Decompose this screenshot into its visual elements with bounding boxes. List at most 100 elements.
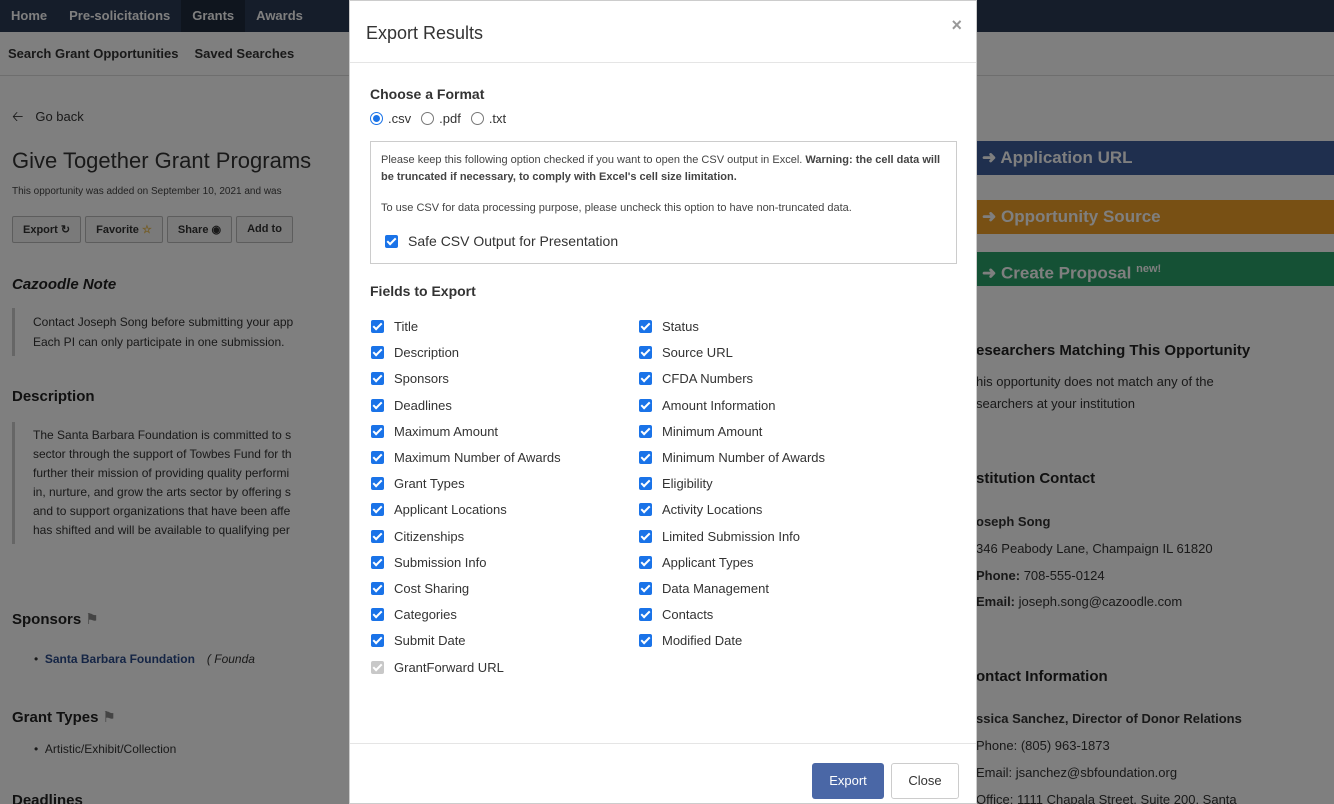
field-checkbox[interactable] [371, 555, 384, 569]
field-label: Data Management [662, 581, 769, 596]
format-label: .txt [488, 111, 507, 126]
field-label: Sponsors [394, 371, 449, 387]
field-label: Minimum Amount [662, 423, 763, 439]
field-checkbox[interactable] [639, 398, 652, 412]
field-option[interactable]: Cost Sharing [371, 581, 469, 596]
field-checkbox[interactable] [371, 451, 384, 464]
field-option[interactable]: Grant Types [371, 476, 465, 491]
safe-csv-option[interactable]: Safe CSV Output for Presentation [385, 233, 618, 250]
field-option[interactable]: Title [371, 319, 418, 334]
field-checkbox[interactable] [639, 372, 652, 386]
field-checkbox[interactable] [371, 608, 384, 622]
radio-txt[interactable] [470, 112, 484, 125]
field-checkbox [371, 660, 384, 674]
field-checkbox[interactable] [371, 529, 384, 543]
field-label: Maximum Number of Awards [394, 450, 561, 465]
field-option[interactable]: Description [371, 345, 459, 360]
field-option[interactable]: Maximum Number of Awards [371, 450, 561, 465]
field-label: Applicant Locations [394, 502, 507, 518]
field-option[interactable]: Amount Information [639, 398, 775, 413]
field-checkbox[interactable] [371, 346, 384, 360]
field-option[interactable]: Minimum Amount [639, 424, 762, 439]
field-checkbox[interactable] [639, 634, 652, 648]
field-option[interactable]: Applicant Types [639, 555, 754, 570]
field-label: Citizenships [394, 528, 465, 544]
field-checkbox[interactable] [371, 477, 384, 491]
radio-csv[interactable] [370, 112, 383, 125]
safe-csv-label: Safe CSV Output for Presentation [408, 233, 619, 249]
field-checkbox[interactable] [371, 398, 384, 412]
field-label: Status [662, 319, 699, 334]
field-label: Minimum Number of Awards [662, 450, 826, 465]
field-option[interactable]: Applicant Locations [371, 502, 507, 517]
field-option[interactable]: Categories [371, 607, 457, 622]
field-option[interactable]: Contacts [639, 607, 713, 622]
field-checkbox[interactable] [371, 424, 384, 438]
field-checkbox[interactable] [639, 503, 652, 517]
field-label: Amount Information [662, 397, 776, 413]
field-option[interactable]: Data Management [639, 581, 769, 596]
field-checkbox[interactable] [639, 477, 652, 491]
modal-header: Export Results × [350, 1, 976, 63]
field-label: CFDA Numbers [662, 371, 754, 387]
field-checkbox[interactable] [639, 608, 652, 622]
field-option[interactable]: Source URL [639, 345, 733, 360]
modal-title: Export Results [366, 23, 484, 43]
field-option[interactable]: Activity Locations [639, 502, 762, 517]
field-checkbox[interactable] [639, 424, 652, 438]
field-option[interactable]: Maximum Amount [371, 424, 498, 439]
field-checkbox[interactable] [371, 372, 384, 386]
format-option-pdf[interactable]: .pdf [421, 111, 461, 126]
field-checkbox[interactable] [639, 529, 652, 543]
field-option[interactable]: Status [639, 319, 699, 334]
field-checkbox[interactable] [371, 503, 384, 517]
format-label: .csv [388, 111, 412, 126]
field-option[interactable]: Submission Info [371, 555, 487, 570]
field-option[interactable]: Submit Date [371, 633, 466, 648]
format-heading: Choose a Format [370, 86, 485, 102]
field-checkbox[interactable] [639, 555, 652, 569]
field-option[interactable]: Modified Date [639, 633, 742, 648]
field-option[interactable]: Eligibility [639, 476, 713, 491]
field-option[interactable]: Minimum Number of Awards [639, 450, 825, 465]
field-label: Categories [394, 607, 457, 623]
fields-heading: Fields to Export [370, 283, 476, 299]
field-label: Contacts [662, 607, 714, 623]
close-button[interactable]: Close [891, 763, 959, 799]
field-option[interactable]: Sponsors [371, 371, 449, 386]
field-label: Title [394, 319, 419, 334]
field-checkbox[interactable] [371, 320, 384, 333]
field-label: Submit Date [394, 633, 466, 649]
field-option[interactable]: CFDA Numbers [639, 371, 753, 386]
field-checkbox[interactable] [639, 320, 652, 333]
field-label: Applicant Types [662, 554, 754, 570]
field-label: Maximum Amount [394, 423, 499, 439]
field-checkbox[interactable] [639, 346, 652, 360]
csv-note-secondary: To use CSV for data processing purpose, … [381, 202, 852, 214]
field-label: Grant Types [394, 476, 465, 492]
format-option-csv[interactable]: .csv [370, 111, 411, 126]
field-checkbox[interactable] [639, 582, 652, 595]
field-label: Eligibility [662, 476, 713, 492]
field-label: Description [394, 345, 460, 361]
field-checkbox[interactable] [371, 582, 384, 595]
csv-note: Please keep this following option checke… [381, 152, 946, 186]
radio-pdf[interactable] [421, 112, 435, 125]
format-option-txt[interactable]: .txt [470, 111, 507, 126]
field-checkbox[interactable] [639, 451, 652, 464]
field-option[interactable]: Deadlines [371, 398, 452, 413]
format-label: .pdf [439, 111, 461, 126]
safe-csv-checkbox[interactable] [385, 235, 398, 248]
field-option[interactable]: Limited Submission Info [639, 529, 800, 544]
field-label: Modified Date [662, 633, 743, 649]
close-icon[interactable]: × [951, 15, 962, 36]
field-option[interactable]: GrantForward URL [371, 660, 504, 675]
field-label: Deadlines [394, 397, 452, 413]
export-results-dialog: Export Results × Choose a Format .csv .p… [349, 0, 977, 804]
field-checkbox[interactable] [371, 634, 384, 648]
export-button[interactable]: Export [812, 763, 884, 799]
field-option[interactable]: Citizenships [371, 529, 464, 544]
field-label: Limited Submission Info [662, 528, 801, 544]
field-label: Activity Locations [662, 502, 763, 518]
field-label: Cost Sharing [394, 581, 470, 596]
